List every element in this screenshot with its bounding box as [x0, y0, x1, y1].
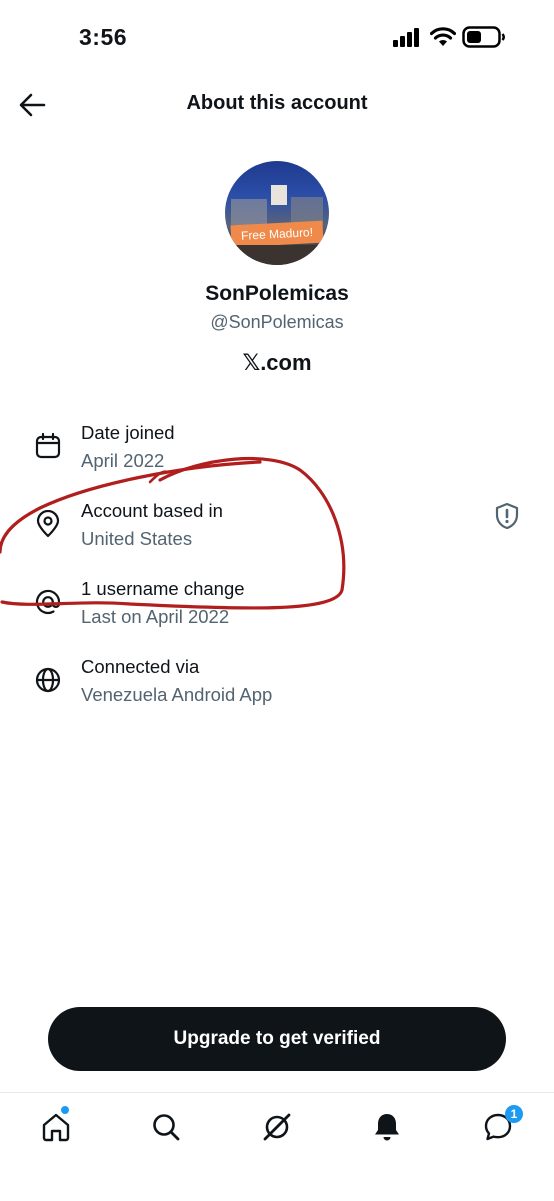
messages-badge: 1 [505, 1105, 523, 1123]
shield-alert-icon[interactable] [494, 502, 520, 530]
site-domain: 𝕏.com [242, 350, 312, 376]
bottom-tab-bar: 1 [0, 1092, 554, 1201]
battery-icon [462, 26, 505, 48]
detail-value: April 2022 [81, 450, 165, 471]
detail-value: Venezuela Android App [81, 684, 273, 705]
detail-row-account-based-in: Account based in United States [0, 500, 554, 570]
detail-label: Connected via [81, 656, 200, 677]
location-pin-icon [36, 510, 60, 538]
display-name: SonPolemicas [205, 282, 349, 305]
search-icon[interactable] [150, 1111, 182, 1143]
grok-icon[interactable] [261, 1111, 293, 1143]
detail-value: Last on April 2022 [81, 606, 230, 627]
username-handle: @SonPolemicas [210, 312, 344, 332]
detail-label: Account based in [81, 500, 223, 521]
wifi-icon [430, 27, 456, 46]
x-logo-icon: 𝕏 [242, 351, 261, 376]
home-notification-dot [60, 1105, 70, 1115]
calendar-icon [35, 432, 61, 459]
detail-row-date-joined: Date joined April 2022 [0, 422, 554, 492]
page-title: About this account [186, 92, 368, 114]
globe-icon [35, 667, 61, 693]
cellular-signal-icon [393, 28, 419, 47]
detail-value: United States [81, 528, 193, 549]
detail-row-username-change: 1 username change Last on April 2022 [0, 578, 554, 648]
avatar[interactable]: Free Maduro! [225, 161, 329, 265]
detail-label: Date joined [81, 422, 175, 443]
home-icon[interactable] [40, 1111, 72, 1143]
detail-label: 1 username change [81, 578, 245, 599]
detail-row-connected-via: Connected via Venezuela Android App [0, 656, 554, 726]
status-time: 3:56 [79, 24, 128, 50]
at-sign-icon [35, 589, 61, 615]
upgrade-verified-button[interactable]: Upgrade to get verified [48, 1007, 506, 1071]
notifications-bell-icon[interactable] [371, 1111, 403, 1143]
